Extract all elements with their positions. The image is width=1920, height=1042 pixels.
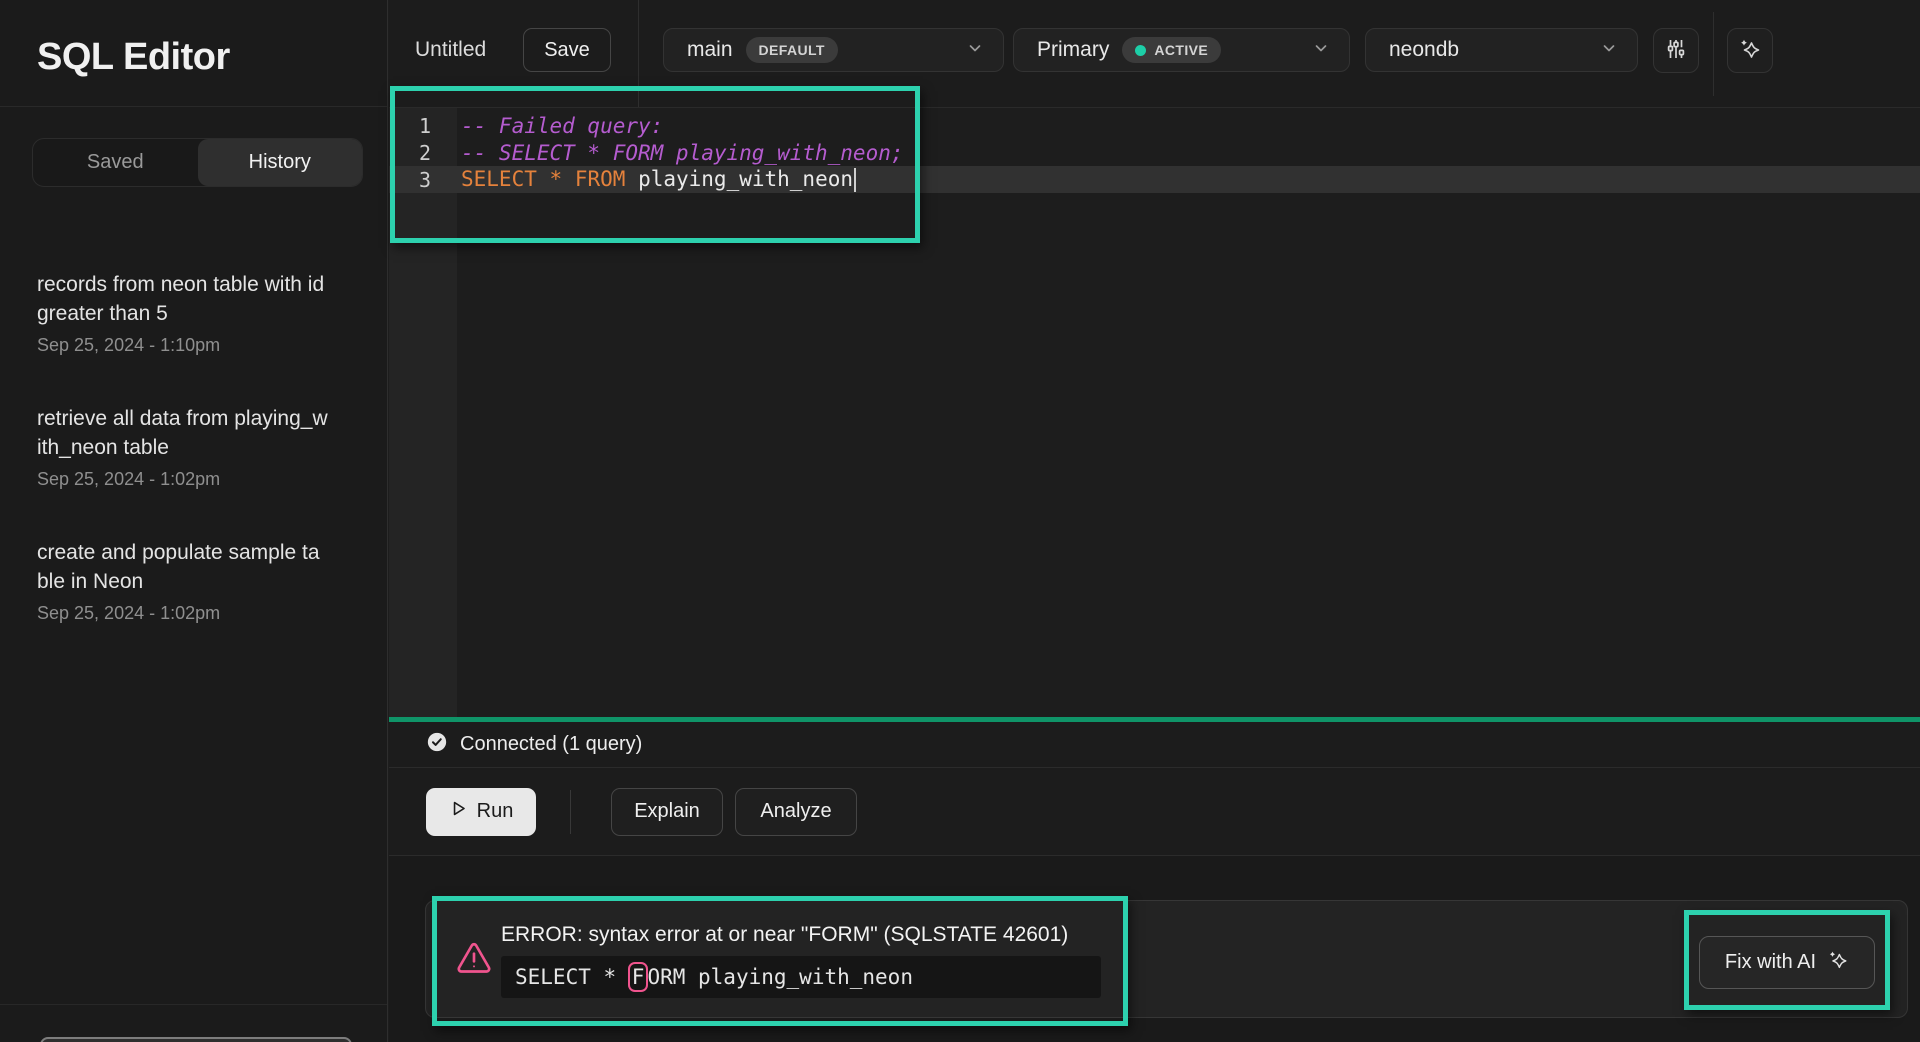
chevron-down-icon xyxy=(967,40,983,61)
active-status-dot xyxy=(1135,45,1146,56)
play-icon xyxy=(449,799,468,824)
sidebar: SQL Editor Saved History records from ne… xyxy=(0,0,388,1042)
tab-saved[interactable]: Saved xyxy=(33,139,198,186)
sql-editor-page: SQL Editor Saved History records from ne… xyxy=(0,0,1920,1042)
saved-history-tabs: Saved History xyxy=(32,138,363,187)
history-item[interactable]: records from neon table with id greater … xyxy=(37,270,367,356)
error-message: ERROR: syntax error at or near "FORM" (S… xyxy=(501,923,1101,947)
error-query-snippet: SELECT * FORM playing_with_neon xyxy=(501,956,1101,998)
explain-button[interactable]: Explain xyxy=(611,788,723,836)
code-text: SELECT * FROM playing_with_neon xyxy=(457,167,856,192)
fix-with-ai-label: Fix with AI xyxy=(1725,951,1816,974)
toolbar-divider xyxy=(1713,12,1714,96)
check-circle-icon xyxy=(426,731,448,758)
save-button[interactable]: Save xyxy=(523,28,611,72)
text-cursor xyxy=(854,168,856,192)
branch-select[interactable]: main DEFAULT xyxy=(663,28,1004,72)
sidebar-bottom-button-partial[interactable] xyxy=(40,1037,352,1042)
history-item-timestamp: Sep 25, 2024 - 1:10pm xyxy=(37,335,367,356)
connection-status-bar: Connected (1 query) xyxy=(389,722,1920,768)
analyze-button[interactable]: Analyze xyxy=(735,788,857,836)
ai-assist-button[interactable] xyxy=(1727,28,1773,73)
sql-keyword: FROM xyxy=(575,167,626,191)
history-item-title: records from neon table with id greater … xyxy=(37,270,367,328)
main-panel: Untitled Save main DEFAULT Primary ACTIV… xyxy=(389,0,1920,1042)
history-item-timestamp: Sep 25, 2024 - 1:02pm xyxy=(37,469,367,490)
settings-sliders-button[interactable] xyxy=(1653,28,1699,73)
query-name: Untitled xyxy=(415,28,486,72)
fix-with-ai-button[interactable]: Fix with AI xyxy=(1699,936,1875,989)
history-item[interactable]: create and populate sample ta ble in Neo… xyxy=(37,538,367,624)
code-text: -- SELECT * FORM playing_with_neon; xyxy=(457,141,904,165)
sql-comment: -- SELECT * FORM playing_with_neon; xyxy=(461,141,904,165)
code-line-3-current: 3 SELECT * FROM playing_with_neon xyxy=(389,166,1920,193)
sql-comment: -- Failed query: xyxy=(461,114,663,138)
compute-active-badge: ACTIVE xyxy=(1122,37,1221,63)
run-button[interactable]: Run xyxy=(426,788,536,836)
line-number-gutter xyxy=(389,108,457,717)
warning-triangle-icon xyxy=(454,939,494,984)
history-list: records from neon table with id greater … xyxy=(0,270,387,624)
tab-history-label: History xyxy=(249,151,311,174)
sql-code-editor[interactable]: 1 -- Failed query: 2 -- SELECT * FORM pl… xyxy=(389,108,1920,717)
line-number: 2 xyxy=(389,141,457,165)
branch-default-badge: DEFAULT xyxy=(746,37,838,63)
sql-star: * xyxy=(550,167,563,191)
connection-status-text: Connected (1 query) xyxy=(460,733,642,756)
sql-keyword: SELECT xyxy=(461,167,537,191)
database-name: neondb xyxy=(1389,38,1459,62)
history-item-timestamp: Sep 25, 2024 - 1:02pm xyxy=(37,603,367,624)
chevron-down-icon xyxy=(1601,40,1617,61)
error-banner: ERROR: syntax error at or near "FORM" (S… xyxy=(425,900,1908,1018)
active-badge-label: ACTIVE xyxy=(1154,42,1208,58)
history-item-title: retrieve all data from playing_w ith_neo… xyxy=(37,404,367,462)
chevron-down-icon xyxy=(1313,40,1329,61)
editor-toolbar: Untitled Save main DEFAULT Primary ACTIV… xyxy=(389,0,1920,108)
sql-table-name: playing_with_neon xyxy=(638,167,853,191)
compute-select[interactable]: Primary ACTIVE xyxy=(1013,28,1350,72)
sidebar-header: SQL Editor xyxy=(0,0,387,107)
error-highlight-char: F xyxy=(628,962,649,992)
toolbar-divider xyxy=(638,0,639,107)
sparkle-icon xyxy=(1738,37,1762,64)
sparkle-icon xyxy=(1827,949,1849,977)
code-line-1: 1 -- Failed query: xyxy=(389,112,1920,139)
page-title: SQL Editor xyxy=(37,36,387,79)
code-text: -- Failed query: xyxy=(457,114,663,138)
run-button-label: Run xyxy=(477,800,514,823)
line-number: 1 xyxy=(389,114,457,138)
database-select[interactable]: neondb xyxy=(1365,28,1638,72)
tab-saved-label: Saved xyxy=(87,151,144,174)
error-details: ERROR: syntax error at or near "FORM" (S… xyxy=(501,923,1101,998)
query-actions-bar: Run Explain Analyze xyxy=(389,768,1920,856)
sidebar-divider xyxy=(0,1004,387,1005)
tab-history[interactable]: History xyxy=(198,139,363,186)
actions-divider xyxy=(570,790,571,834)
sliders-icon xyxy=(1664,37,1688,64)
line-number: 3 xyxy=(389,168,457,192)
history-item-title: create and populate sample ta ble in Neo… xyxy=(37,538,367,596)
results-panel: ERROR: syntax error at or near "FORM" (S… xyxy=(389,856,1920,1042)
history-item[interactable]: retrieve all data from playing_w ith_neo… xyxy=(37,404,367,490)
branch-name: main xyxy=(687,38,733,62)
code-line-2: 2 -- SELECT * FORM playing_with_neon; xyxy=(389,139,1920,166)
compute-name: Primary xyxy=(1037,38,1109,62)
